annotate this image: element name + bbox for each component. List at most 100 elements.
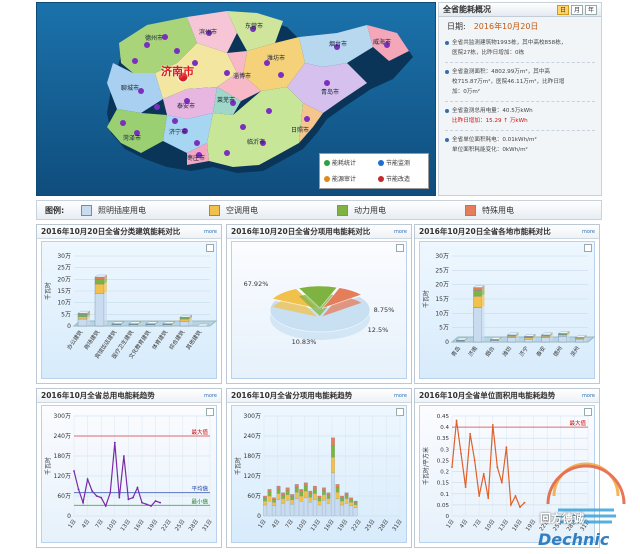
bar-segment <box>331 472 335 517</box>
more-link[interactable]: more <box>582 229 595 235</box>
info-block-area: 全省监测面积：4802.99万m²，其中高 校715.87万m²，医院46.11… <box>445 67 595 102</box>
legend-energy-monitor[interactable]: 节能监测 <box>378 158 410 167</box>
bar-segment <box>353 502 358 505</box>
bar-segment <box>326 498 331 504</box>
y-tick-label: 300万 <box>244 413 261 420</box>
bar-segment <box>353 504 358 508</box>
x-tick-label: 22日 <box>160 518 173 532</box>
category-power[interactable]: 动力用电 <box>337 204 465 216</box>
y-tick-label: 0 <box>67 323 71 330</box>
overview-title: 全省能耗概况 <box>443 5 491 14</box>
category-lighting[interactable]: 照明插座用电 <box>81 204 209 216</box>
y-tick-label: 120万 <box>54 473 71 480</box>
legend-energy-stats[interactable]: 能耗统计 <box>324 158 356 167</box>
panel-title: 2016年10月20日全省分项用电能耗对比 <box>231 227 371 236</box>
category-aircon[interactable]: 空调用电 <box>209 204 337 216</box>
data-point <box>159 501 162 504</box>
bar-segment <box>303 490 308 498</box>
city-label-heze[interactable]: 菏泽市 <box>123 133 141 142</box>
province-map[interactable]: 济南市 德州市 滨州市 东营市 潍坊市 烟台市 威海市 聊城市 泰安市 莱芜市 … <box>36 2 436 196</box>
category-special[interactable]: 特殊用电 <box>465 204 593 216</box>
bar-segment <box>312 499 317 517</box>
month-button[interactable]: 月 <box>571 4 583 15</box>
year-button[interactable]: 年 <box>585 4 597 15</box>
data-point <box>141 501 143 504</box>
more-link[interactable]: more <box>582 393 595 399</box>
bar-segment <box>312 485 317 490</box>
y-axis-label: 千瓦时 <box>44 457 52 475</box>
day-button[interactable]: 日 <box>557 4 569 15</box>
bar-segment <box>77 316 88 320</box>
city-label-weifang[interactable]: 潍坊市 <box>267 53 285 62</box>
more-link[interactable]: more <box>394 229 407 235</box>
bar-segment <box>317 504 322 517</box>
bar-segment <box>353 507 358 517</box>
data-point <box>482 472 485 475</box>
x-tick-label: 7日 <box>94 518 105 529</box>
x-tick-label: 13日 <box>119 518 132 532</box>
more-link[interactable]: more <box>394 393 407 399</box>
city-label-jining[interactable]: 济宁市 <box>169 127 187 136</box>
data-point <box>478 495 481 497</box>
bar-segment <box>331 445 335 458</box>
data-point <box>523 501 526 504</box>
bar-segment <box>299 495 304 502</box>
more-link[interactable]: more <box>204 393 217 399</box>
x-tick-label: 28日 <box>187 518 200 532</box>
trend-line <box>73 442 161 508</box>
city-label-linyi[interactable]: 临沂市 <box>247 137 265 146</box>
bar-segment <box>263 497 267 502</box>
bar-segment <box>335 484 340 488</box>
y-tick-label: 0.05 <box>437 503 450 509</box>
x-tick-label: 13日 <box>309 518 322 532</box>
y-tick-label: 0 <box>446 514 450 520</box>
city-label-rizhao[interactable]: 日照市 <box>291 125 309 134</box>
more-link[interactable]: more <box>204 229 217 235</box>
bar-segment <box>77 312 88 315</box>
bar-segment <box>77 318 88 327</box>
legend-energy-audit[interactable]: 能源审计 <box>324 174 356 183</box>
city-label-taian[interactable]: 泰安市 <box>177 101 195 110</box>
bar-segment <box>94 293 105 327</box>
city-label-qingdao[interactable]: 青岛市 <box>321 87 339 96</box>
data-point <box>154 500 157 502</box>
bullet-icon <box>445 41 449 45</box>
chart-city: 30万 25万 20万 15万 10万 5万 0 千瓦时青岛 济南 烟台 潍坊 济宁 泰安 德州 滨州 <box>422 253 596 358</box>
city-label-yantai[interactable]: 烟台市 <box>329 39 347 48</box>
city-label-weihai[interactable]: 威海市 <box>373 37 391 46</box>
bar-segment <box>473 287 482 291</box>
panel-title: 2016年10月全省总用电能耗趋势 <box>41 391 155 400</box>
legend-energy-retrofit[interactable]: 节能改造 <box>378 174 410 183</box>
city-label-zaozhuang[interactable]: 枣庄市 <box>187 153 205 162</box>
data-point <box>455 419 458 422</box>
city-label-zibo[interactable]: 淄博市 <box>233 71 251 80</box>
city-label-dezhou[interactable]: 德州市 <box>145 33 163 42</box>
x-tick-label: 31日 <box>201 518 214 532</box>
y-tick-label: 0 <box>445 339 449 346</box>
city-label-laiwu[interactable]: 莱芜市 <box>217 95 235 104</box>
city-label-dongying[interactable]: 东营市 <box>245 21 263 30</box>
chart-item-trend: 300万240万180万120万60万0千瓦时1日 4日 7日 10日 13日 16日 19… <box>234 413 404 532</box>
bar-segment <box>294 492 299 499</box>
x-tick-label: 10日 <box>484 518 497 532</box>
aircon-swatch-icon <box>209 204 220 216</box>
data-point <box>514 495 517 497</box>
bar-segment <box>340 495 344 499</box>
panel-city: 2016年10月20日全省各地市能耗对比 more 30万 25万 20万 15万 10万… <box>414 224 600 384</box>
bar-segment <box>312 493 317 500</box>
data-point <box>460 452 462 455</box>
bar-segment <box>340 500 344 506</box>
city-label-binzhou[interactable]: 滨州市 <box>199 27 217 36</box>
watermark-logo: 回方德诚 Dechnic <box>534 452 638 552</box>
max-label: 最大值 <box>569 419 586 427</box>
bar-segment <box>308 490 313 494</box>
x-tick-label: 16日 <box>323 518 336 532</box>
y-tick-label: 20万 <box>435 282 449 289</box>
chart-total-trend: 300万240万180万120万60万0千瓦时1日 4日 7日 10日 13日 16日 19… <box>44 413 214 532</box>
bar-segment <box>281 492 286 496</box>
panel-title: 2016年10月20日全省各地市能耗对比 <box>419 227 551 236</box>
bar-segment <box>312 488 317 494</box>
city-label-liaocheng[interactable]: 聊城市 <box>121 83 139 92</box>
city-label-jinan[interactable]: 济南市 <box>161 63 194 79</box>
y-tick-label: 0.4 <box>440 425 449 431</box>
